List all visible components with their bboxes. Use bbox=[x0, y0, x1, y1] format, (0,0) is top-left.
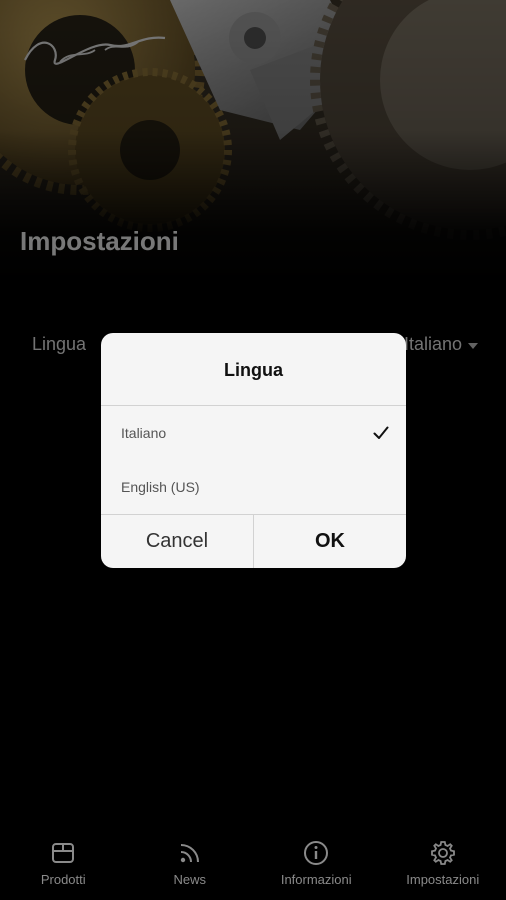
box-icon bbox=[52, 843, 75, 863]
nav-item-prodotti[interactable]: Prodotti bbox=[0, 832, 127, 900]
checkmark-icon bbox=[373, 426, 389, 439]
gear-icon bbox=[430, 841, 455, 865]
nav-item-informazioni[interactable]: Informazioni bbox=[253, 832, 380, 900]
info-icon bbox=[304, 841, 329, 865]
cancel-button[interactable]: Cancel bbox=[101, 515, 254, 568]
nav-label: Informazioni bbox=[280, 872, 352, 887]
option-italiano[interactable]: Italiano bbox=[101, 406, 406, 460]
option-english-us[interactable]: English (US) bbox=[101, 460, 406, 514]
ok-button[interactable]: OK bbox=[254, 515, 406, 568]
nav-label: Prodotti bbox=[40, 872, 86, 887]
language-dialog: Lingua Italiano English (US) Cancel OK bbox=[101, 333, 406, 568]
option-label: Italiano bbox=[121, 425, 167, 441]
dialog-title: Lingua bbox=[101, 333, 406, 406]
bottom-nav: Prodotti News Informazioni Impostazioni bbox=[0, 832, 506, 900]
dialog-actions: Cancel OK bbox=[101, 514, 406, 568]
option-label: English (US) bbox=[121, 479, 200, 495]
nav-label: Impostazioni bbox=[406, 872, 480, 887]
rss-icon bbox=[180, 844, 199, 863]
nav-item-impostazioni[interactable]: Impostazioni bbox=[380, 832, 506, 900]
screen: Impostazioni Lingua Italiano Lingua Ital… bbox=[0, 0, 506, 900]
nav-item-news[interactable]: News bbox=[127, 832, 254, 900]
nav-label: News bbox=[173, 872, 206, 887]
